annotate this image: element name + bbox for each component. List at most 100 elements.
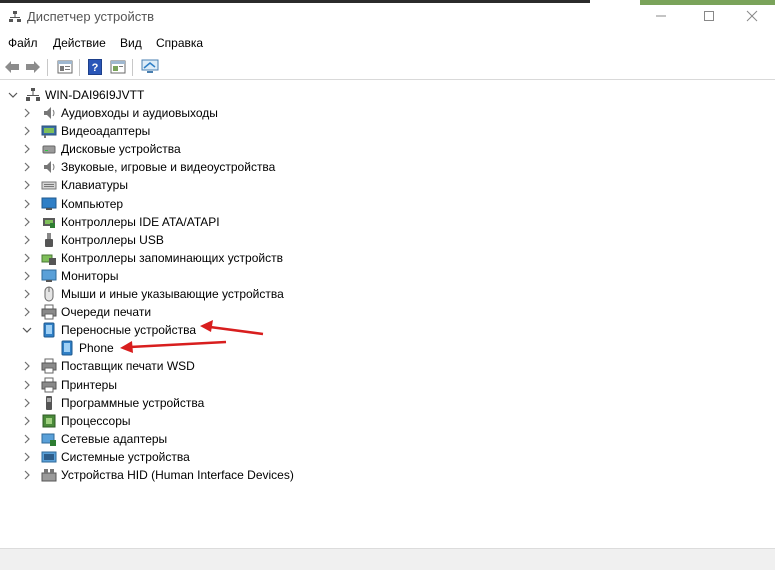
status-bar [0,548,775,570]
back-button[interactable] [3,58,21,76]
chevron-right-icon[interactable] [22,398,32,408]
window-title: Диспетчер устройств [27,9,155,24]
tree-category[interactable]: Переносные устройства [22,321,196,339]
tree-category[interactable]: Компьютер [22,195,123,213]
menu-help[interactable]: Справка [156,36,203,50]
minimize-button[interactable] [638,0,684,32]
arrow-right-icon [26,61,40,73]
tree-category[interactable]: Видеоадаптеры [22,122,150,140]
category-label: Контроллеры USB [61,233,164,247]
tree-category[interactable]: Принтеры [22,376,117,394]
tree-device[interactable]: Phone [42,339,114,357]
printer-icon [41,304,57,320]
maximize-icon [704,11,714,21]
chevron-down-icon[interactable] [22,325,32,335]
chevron-right-icon[interactable] [22,289,32,299]
tree-category[interactable]: Звуковые, игровые и видеоустройства [22,158,275,176]
properties-icon [57,60,73,74]
tree-category[interactable]: Дисковые устройства [22,140,181,158]
menu-bar: Файл Действие Вид Справка [0,34,775,53]
category-label: Процессоры [61,414,131,428]
show-hidden-button[interactable] [109,58,127,76]
speaker-icon [41,159,57,175]
category-label: Системные устройства [61,450,190,464]
printer-icon [41,358,57,374]
chevron-right-icon[interactable] [22,144,32,154]
category-label: Программные устройства [61,396,205,410]
tree-category[interactable]: Контроллеры IDE ATA/ATAPI [22,213,220,231]
device-label: Phone [79,341,114,355]
menu-view[interactable]: Вид [120,36,142,50]
tree-category[interactable]: Мониторы [22,267,118,285]
category-label: Контроллеры запоминающих устройств [61,251,283,265]
toolbar: ? [0,56,775,80]
tree-category[interactable]: Контроллеры USB [22,231,164,249]
chevron-right-icon[interactable] [22,307,32,317]
tree-category[interactable]: Очереди печати [22,303,151,321]
category-label: Устройства HID (Human Interface Devices) [61,468,294,482]
close-icon [746,10,758,22]
tree-root[interactable]: WIN-DAI96I9JVTT [8,86,144,104]
properties-view-button[interactable] [56,58,74,76]
category-label: Мониторы [61,269,119,283]
tree-category[interactable]: Устройства HID (Human Interface Devices) [22,466,294,484]
menu-action[interactable]: Действие [53,36,106,50]
chevron-right-icon[interactable] [22,253,32,263]
chevron-right-icon[interactable] [22,380,32,390]
device-manager-window: Диспетчер устройств Файл Действие Вид Сп… [0,0,775,570]
toolbar-separator [79,59,80,76]
tree-category[interactable]: Аудиовходы и аудиовыходы [22,104,218,122]
maximize-button[interactable] [686,0,732,32]
tree-category[interactable]: Мыши и иные указывающие устройства [22,285,284,303]
chevron-right-icon[interactable] [22,271,32,281]
arrow-left-icon [5,61,19,73]
chevron-down-icon[interactable] [8,90,18,100]
chevron-right-icon[interactable] [22,180,32,190]
title-bar[interactable]: Диспетчер устройств [0,0,775,34]
chevron-right-icon[interactable] [22,434,32,444]
chevron-right-icon[interactable] [22,235,32,245]
software-device-icon [41,395,57,411]
category-label: Дисковые устройства [61,142,181,156]
tree-category[interactable]: Системные устройства [22,448,190,466]
mouse-icon [41,286,57,302]
minimize-icon [656,15,666,17]
chevron-right-icon[interactable] [22,452,32,462]
category-label: Клавиатуры [61,178,128,192]
chevron-right-icon[interactable] [22,470,32,480]
tree-category[interactable]: Поставщик печати WSD [22,357,195,375]
phone-icon [59,340,75,356]
svg-text:?: ? [92,62,99,74]
portable-device-icon [41,322,57,338]
usb-icon [41,232,57,248]
tree-category[interactable]: Контроллеры запоминающих устройств [22,249,283,267]
menu-file[interactable]: Файл [8,36,38,50]
tree-category[interactable]: Сетевые адаптеры [22,430,167,448]
help-button[interactable]: ? [86,58,104,76]
chevron-right-icon[interactable] [22,108,32,118]
category-label: Звуковые, игровые и видеоустройства [61,160,276,174]
tree-category[interactable]: Клавиатуры [22,176,128,194]
storage-controller-icon [41,250,57,266]
help-icon: ? [88,59,102,75]
display-adapter-icon [41,123,57,139]
tree-category[interactable]: Программные устройства [22,394,204,412]
forward-button[interactable] [24,58,42,76]
category-label: Видеоадаптеры [61,124,151,138]
chevron-right-icon[interactable] [22,416,32,426]
chevron-right-icon[interactable] [22,361,32,371]
category-label: Переносные устройства [61,323,197,337]
chevron-right-icon[interactable] [22,162,32,172]
hid-icon [41,467,57,483]
ide-controller-icon [41,214,57,230]
background-strip [0,0,590,3]
tree-category[interactable]: Процессоры [22,412,131,430]
chevron-right-icon[interactable] [22,217,32,227]
category-label: Компьютер [61,197,124,211]
chevron-right-icon[interactable] [22,126,32,136]
scan-hardware-button[interactable] [141,58,159,76]
category-label: Поставщик печати WSD [61,359,195,373]
chevron-right-icon[interactable] [22,199,32,209]
close-button[interactable] [729,0,775,32]
system-device-icon [41,449,57,465]
